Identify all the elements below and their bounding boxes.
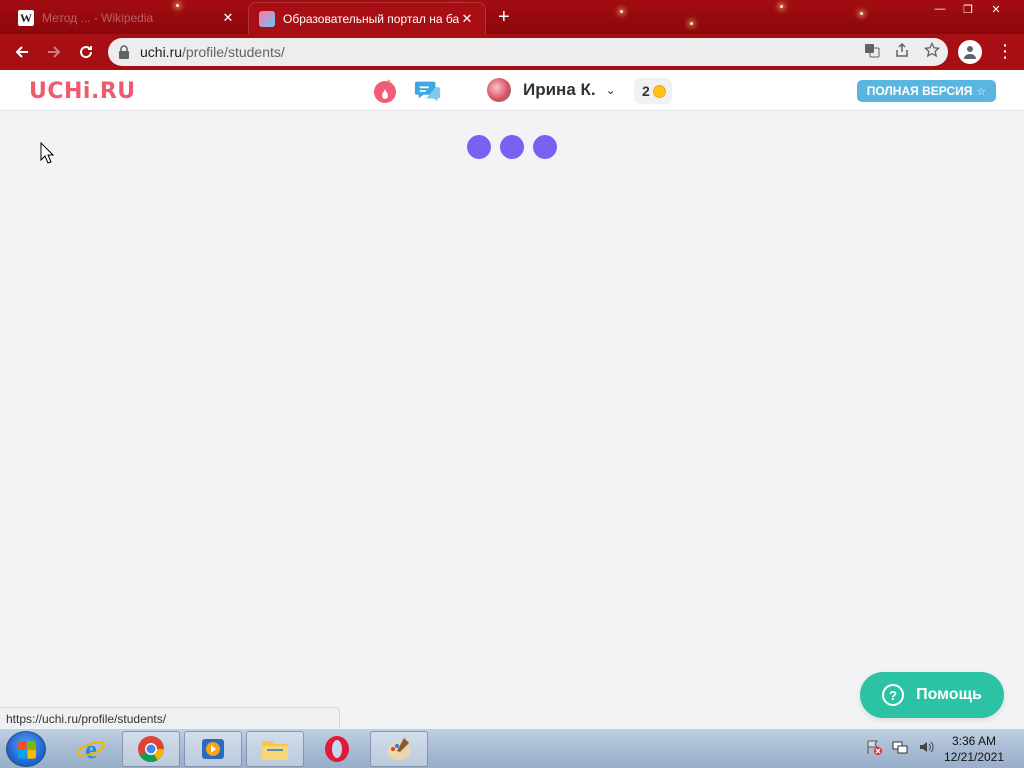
arrow-right-icon — [48, 46, 61, 58]
chevron-down-icon: ⌄ — [605, 83, 616, 97]
reload-icon — [80, 46, 93, 59]
address-host: uchi.ru — [140, 44, 183, 60]
translate-icon[interactable] — [864, 42, 880, 58]
tab-title: Образовательный портал на ба — [283, 11, 459, 26]
loading-dot — [500, 135, 524, 159]
tab-title: Метод ... - Wikipedia — [42, 11, 154, 25]
loading-dot — [533, 135, 557, 159]
address-bar[interactable]: uchi.ru/profile/students/ — [108, 38, 948, 66]
back-button[interactable] — [6, 36, 38, 68]
tab-close-icon[interactable]: ✕ — [220, 10, 236, 26]
chrome-icon[interactable] — [122, 731, 180, 767]
share-icon[interactable] — [894, 42, 910, 58]
opera-icon[interactable] — [308, 731, 366, 767]
start-button[interactable] — [6, 731, 46, 767]
paint-icon[interactable] — [370, 731, 428, 767]
notification-bomb-icon[interactable] — [371, 78, 399, 104]
question-icon: ? — [882, 684, 905, 706]
coins-counter[interactable]: 2 — [634, 78, 672, 104]
help-label: Помощь — [916, 686, 982, 703]
tab-wikipedia[interactable]: W Метод ... - Wikipedia ✕ — [8, 2, 246, 34]
browser-menu-button[interactable]: ⋮ — [996, 40, 1014, 64]
theme-sparkle — [860, 12, 863, 15]
user-name: Ирина К. — [523, 80, 596, 99]
browser-toolbar: uchi.ru/profile/students/ — [0, 34, 1024, 70]
new-tab-button[interactable]: + — [498, 6, 510, 29]
full-version-label: ПОЛНАЯ ВЕРСИЯ — [866, 84, 973, 98]
svg-text:e: e — [85, 735, 97, 764]
mouse-cursor-icon — [40, 142, 54, 164]
theme-sparkle — [690, 22, 693, 25]
clock-time: 3:36 AM — [951, 734, 997, 748]
forward-button[interactable] — [38, 36, 70, 68]
wikipedia-favicon-icon: W — [18, 10, 34, 26]
person-icon — [964, 46, 976, 59]
action-center-flag-icon[interactable] — [866, 739, 882, 755]
maximize-button[interactable]: ❐ — [954, 0, 982, 18]
close-window-button[interactable]: ✕ — [982, 0, 1010, 18]
theme-sparkle — [620, 10, 623, 13]
site-header: UCHi.RU Ирина К. ⌄ 2 ПОЛНАЯ ВЕРСИЯ ☆ — [0, 70, 1024, 111]
full-version-button[interactable]: ПОЛНАЯ ВЕРСИЯ ☆ — [857, 80, 996, 102]
window-controls: — ❐ ✕ — [926, 0, 1010, 20]
reload-button[interactable] — [70, 36, 102, 68]
browser-profile-button[interactable] — [958, 40, 982, 64]
theme-sparkle — [780, 5, 783, 8]
system-tray — [866, 739, 934, 755]
ie-icon[interactable]: e — [62, 731, 120, 767]
lock-icon — [119, 45, 129, 59]
volume-icon[interactable] — [918, 739, 934, 755]
tab-close-icon[interactable]: ✕ — [459, 11, 475, 27]
tab-uchi[interactable]: Образовательный портал на ба ✕ — [248, 2, 486, 34]
loading-indicator — [467, 135, 557, 159]
browser-tabstrip: W Метод ... - Wikipedia ✕ Образовательны… — [0, 0, 1024, 34]
uchi-logo[interactable]: UCHi.RU — [29, 79, 136, 104]
chat-icon[interactable] — [414, 78, 442, 104]
network-icon[interactable] — [892, 739, 908, 755]
minimize-button[interactable]: — — [926, 0, 954, 18]
media-player-icon[interactable] — [184, 731, 242, 767]
star-outline-icon: ☆ — [976, 85, 987, 98]
address-path: /profile/students/ — [182, 44, 285, 60]
uchi-favicon-icon — [259, 10, 275, 27]
status-bar-url: https://uchi.ru/profile/students/ — [0, 707, 340, 729]
bookmark-star-icon[interactable] — [924, 42, 940, 58]
arrow-left-icon — [15, 46, 28, 58]
taskbar-clock[interactable]: 3:36 AM 12/21/2021 — [942, 733, 1006, 765]
coins-value: 2 — [642, 83, 650, 99]
avatar — [487, 78, 511, 102]
clock-date: 12/21/2021 — [943, 750, 1005, 764]
help-button[interactable]: ? Помощь — [860, 672, 1004, 718]
coin-icon — [652, 84, 666, 98]
user-menu[interactable]: Ирина К. ⌄ — [487, 78, 616, 102]
loading-dot — [467, 135, 491, 159]
explorer-icon[interactable] — [246, 731, 304, 767]
windows-taskbar: e 3:36 AM 12/21/2021 — [0, 728, 1024, 768]
